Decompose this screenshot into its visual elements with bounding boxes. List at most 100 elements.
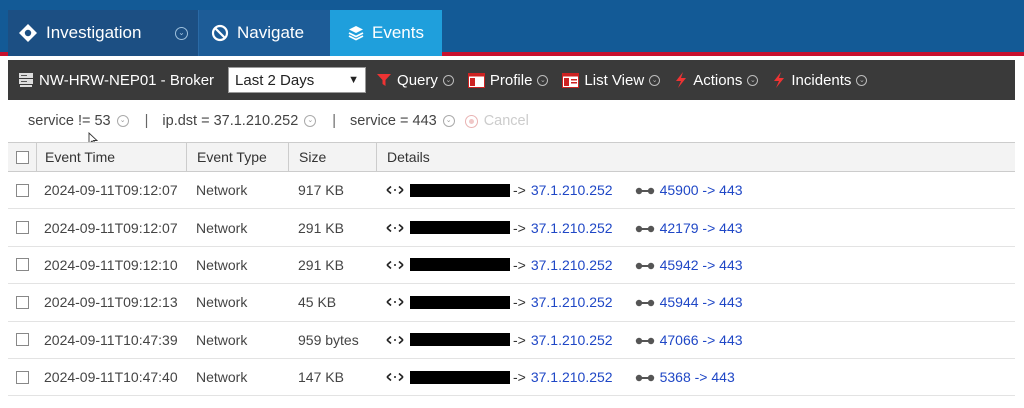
column-header-event-type[interactable]: Event Type	[186, 143, 288, 171]
destination-ip-link[interactable]: 37.1.210.252	[531, 294, 613, 310]
tab-events[interactable]: Events	[330, 10, 442, 56]
row-checkbox-cell	[8, 247, 36, 283]
profile-menu[interactable]: Profile ⌄	[467, 72, 549, 89]
column-header-details[interactable]: Details	[376, 143, 1015, 171]
destination-ip-link[interactable]: 37.1.210.252	[531, 257, 613, 273]
row-checkbox[interactable]	[15, 221, 29, 235]
incidents-label: Incidents	[791, 71, 852, 89]
column-header-event-time[interactable]: Event Time	[36, 143, 186, 171]
port-link[interactable]: 45900 -> 443	[660, 182, 743, 198]
bidirectional-arrow-icon	[386, 369, 404, 385]
chevron-down-icon: ⌄	[649, 74, 661, 86]
list-view-icon	[562, 72, 580, 88]
cancel-label: Cancel	[483, 113, 529, 129]
table-row[interactable]: 2024-09-11T10:47:40 Network 147 KB -> 37…	[8, 359, 1015, 397]
port-pair: 45944 -> 443	[635, 294, 743, 310]
navigate-icon	[211, 24, 229, 42]
port-pair: 42179 -> 443	[635, 220, 743, 236]
connection-icon	[635, 332, 655, 348]
server-icon	[18, 72, 34, 88]
tab-navigate[interactable]: Navigate	[198, 10, 330, 56]
table-row[interactable]: 2024-09-11T10:47:39 Network 959 bytes ->…	[8, 322, 1015, 359]
redacted-source-ip	[410, 221, 510, 235]
event-details: -> 37.1.210.252 47066 -> 443	[376, 322, 1015, 358]
port-link[interactable]: 5368 -> 443	[660, 369, 735, 385]
row-checkbox[interactable]	[15, 370, 29, 384]
list-view-menu[interactable]: List View ⌄	[562, 72, 661, 89]
event-type: Network	[196, 219, 248, 236]
event-time: 2024-09-11T09:12:13	[44, 294, 178, 311]
event-size: 147 KB	[298, 369, 344, 386]
redacted-source-ip	[410, 183, 510, 197]
chevron-down-icon[interactable]: ⌄	[304, 115, 317, 127]
events-table: Event Time Event Type Size Details 2024-…	[8, 142, 1015, 397]
filter-chip-label: ip.dst = 37.1.210.252	[162, 113, 299, 129]
event-time: 2024-09-11T09:12:07	[44, 219, 178, 236]
connection-icon	[635, 369, 655, 385]
incidents-menu[interactable]: Incidents ⌄	[772, 71, 868, 89]
table-header: Event Time Event Type Size Details	[8, 142, 1015, 172]
chevron-down-icon[interactable]: ⌄	[116, 115, 129, 127]
redacted-source-ip	[410, 370, 510, 384]
port-link[interactable]: 42179 -> 443	[660, 220, 743, 236]
filter-chip-service-not-53[interactable]: service != 53 ⌄	[28, 113, 129, 129]
redacted-source-ip	[410, 333, 510, 347]
chevron-down-icon[interactable]: ⌄	[442, 115, 455, 127]
destination-ip-link[interactable]: 37.1.210.252	[531, 369, 613, 385]
events-toolbar: NW-HRW-NEP01 - Broker Last 2 Days ▼ Quer…	[8, 60, 1015, 100]
row-checkbox[interactable]	[15, 295, 29, 309]
port-pair: 47066 -> 443	[635, 332, 743, 348]
row-checkbox-cell	[8, 284, 36, 320]
device-selector[interactable]: NW-HRW-NEP01 - Broker	[18, 72, 214, 89]
events-icon	[348, 25, 364, 41]
select-all-cell	[8, 143, 36, 171]
actions-label: Actions	[693, 71, 743, 89]
event-size: 959 bytes	[298, 331, 359, 348]
row-checkbox-cell	[8, 359, 36, 395]
port-link[interactable]: 45944 -> 443	[660, 294, 743, 310]
filter-icon	[376, 72, 392, 88]
table-row[interactable]: 2024-09-11T09:12:10 Network 291 KB -> 37…	[8, 247, 1015, 285]
destination-ip-link[interactable]: 37.1.210.252	[531, 332, 613, 348]
event-details: -> 37.1.210.252 45944 -> 443	[376, 284, 1015, 320]
destination-ip-link[interactable]: 37.1.210.252	[531, 220, 613, 236]
row-checkbox-cell	[8, 172, 36, 208]
destination-ip-link[interactable]: 37.1.210.252	[531, 182, 613, 198]
chevron-down-icon: ⌄	[442, 74, 454, 86]
event-size: 45 KB	[298, 294, 337, 311]
select-all-checkbox[interactable]	[15, 150, 29, 164]
filter-chip-service-443[interactable]: service = 443 ⌄	[350, 113, 455, 129]
row-checkbox[interactable]	[15, 258, 29, 272]
tab-investigation[interactable]: Investigation ⌄	[8, 10, 198, 56]
port-pair: 45942 -> 443	[635, 257, 743, 273]
tab-events-label: Events	[372, 23, 424, 42]
chevron-down-icon: ⌄	[856, 74, 868, 86]
row-checkbox[interactable]	[15, 183, 29, 197]
redacted-source-ip	[410, 295, 510, 309]
row-checkbox[interactable]	[15, 333, 29, 347]
chevron-down-icon[interactable]: ⌄	[175, 26, 188, 40]
table-row[interactable]: 2024-09-11T09:12:13 Network 45 KB -> 37.…	[8, 284, 1015, 322]
top-nav-bar: Investigation ⌄ Navigate Events	[0, 0, 1024, 56]
filter-chip-ip-dst[interactable]: ip.dst = 37.1.210.252 ⌄	[162, 113, 317, 129]
event-time: 2024-09-11T10:47:39	[44, 331, 178, 348]
table-row[interactable]: 2024-09-11T09:12:07 Network 291 KB -> 37…	[8, 209, 1015, 247]
time-range-select[interactable]: Last 2 Days ▼	[228, 67, 367, 93]
actions-menu[interactable]: Actions ⌄	[674, 71, 759, 89]
port-link[interactable]: 47066 -> 443	[660, 332, 743, 348]
tab-navigate-label: Navigate	[237, 23, 305, 42]
cancel-button[interactable]: Cancel	[464, 113, 529, 129]
redacted-source-ip	[410, 258, 510, 272]
device-name: NW-HRW-NEP01 - Broker	[39, 71, 215, 89]
table-row[interactable]: 2024-09-11T09:12:07 Network 917 KB -> 37…	[8, 172, 1015, 210]
column-header-size[interactable]: Size	[288, 143, 376, 171]
event-time: 2024-09-11T09:12:07	[44, 182, 178, 199]
query-menu[interactable]: Query ⌄	[376, 72, 454, 89]
lightning-icon	[772, 72, 786, 88]
cancel-icon	[464, 114, 478, 128]
event-type: Network	[196, 331, 248, 348]
direction-arrow: ->	[513, 294, 526, 311]
port-link[interactable]: 45942 -> 443	[660, 257, 743, 273]
direction-arrow: ->	[513, 182, 526, 199]
bidirectional-arrow-icon	[386, 182, 404, 198]
